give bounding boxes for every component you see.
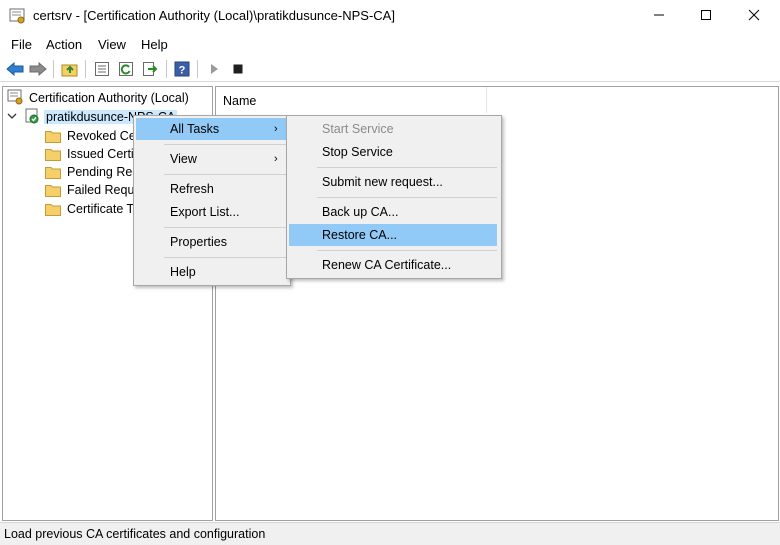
menu-item-submit-request-label: Submit new request... [322,175,443,189]
export-icon[interactable] [140,59,160,79]
folder-icon [45,166,61,179]
menu-item-help[interactable]: Help [136,261,286,283]
menu-item-renew-ca-label: Renew CA Certificate... [322,258,452,272]
certsrv-app-icon [9,7,27,25]
status-text: Load previous CA certificates and config… [4,527,266,541]
title-bar: certsrv - [Certification Authority (Loca… [0,0,780,33]
folder-icon [45,130,61,143]
menu-item-backup-ca-label: Back up CA... [322,205,399,219]
tree-label-pending: Pending Req [67,165,140,179]
menu-item-stop-service-label: Stop Service [322,145,393,159]
chevron-down-icon[interactable] [7,110,21,124]
help-icon[interactable]: ? [172,59,192,79]
menu-bar: File Action View Help [0,33,780,57]
svg-text:?: ? [179,65,186,77]
window-title: certsrv - [Certification Authority (Loca… [33,8,395,23]
properties-icon[interactable] [92,59,112,79]
minimize-button[interactable] [636,0,682,33]
tree-item-issued[interactable]: Issued Certif [45,145,137,163]
menu-view[interactable]: View [98,37,126,52]
tree-label-failed: Failed Reque [67,183,142,197]
menu-item-start-service: Start Service [289,118,497,140]
maximize-icon [700,9,712,24]
context-menu: All Tasks › View › Refresh Export List..… [133,115,291,286]
tree-label-root: Certification Authority (Local) [29,91,189,105]
menu-item-backup-ca[interactable]: Back up CA... [289,201,497,223]
column-header-name[interactable]: Name [216,87,487,113]
menu-item-refresh-label: Refresh [170,182,214,196]
stop-icon[interactable] [228,59,248,79]
menu-item-restore-ca[interactable]: Restore CA... [289,224,497,246]
menu-item-export-list[interactable]: Export List... [136,201,286,223]
tree-item-root[interactable]: Certification Authority (Local) [7,89,189,107]
menu-item-stop-service[interactable]: Stop Service [289,141,497,163]
tree-item-revoked[interactable]: Revoked Cer [45,127,140,145]
menu-item-help-label: Help [170,265,196,279]
tree-item-failed[interactable]: Failed Reque [45,181,141,199]
menu-item-all-tasks[interactable]: All Tasks › [136,118,286,140]
menu-item-renew-ca[interactable]: Renew CA Certificate... [289,254,497,276]
menu-item-properties-label: Properties [170,235,227,249]
menu-help[interactable]: Help [141,37,168,52]
refresh-icon[interactable] [116,59,136,79]
folder-icon [45,184,61,197]
tree-label-templates: Certificate T [67,202,135,216]
tree-item-pending[interactable]: Pending Req [45,163,139,181]
menu-item-all-tasks-label: All Tasks [170,122,220,136]
folder-icon [45,148,61,161]
menu-item-start-service-label: Start Service [322,122,394,136]
close-button[interactable] [731,0,777,33]
column-header-label: Name [223,94,257,108]
menu-file[interactable]: File [11,37,32,52]
toolbar: ? [0,57,780,82]
menu-action[interactable]: Action [46,37,82,52]
menu-item-refresh[interactable]: Refresh [136,178,286,200]
close-icon [748,9,760,24]
play-icon[interactable] [204,59,224,79]
menu-item-submit-request[interactable]: Submit new request... [289,171,497,193]
chevron-right-icon: › [274,153,278,165]
menu-item-view-label: View [170,152,197,166]
back-arrow-icon[interactable] [5,59,25,79]
tree-label-issued: Issued Certif [67,147,138,161]
forward-arrow-icon[interactable] [28,59,48,79]
tree-label-revoked: Revoked Cer [67,129,140,143]
maximize-button[interactable] [683,0,729,33]
menu-item-properties[interactable]: Properties [136,231,286,253]
chevron-right-icon: › [274,123,278,135]
status-bar: Load previous CA certificates and config… [0,522,780,545]
ca-server-icon [25,108,39,127]
menu-item-restore-ca-label: Restore CA... [322,228,398,242]
folder-icon [45,203,61,216]
menu-item-export-list-label: Export List... [170,205,240,219]
menu-item-view[interactable]: View › [136,148,286,170]
up-folder-icon[interactable] [60,59,80,79]
certificate-authority-icon [7,89,24,108]
tree-item-templates[interactable]: Certificate T [45,200,134,218]
all-tasks-submenu: Start Service Stop Service Submit new re… [286,115,502,279]
minimize-icon [653,9,665,24]
